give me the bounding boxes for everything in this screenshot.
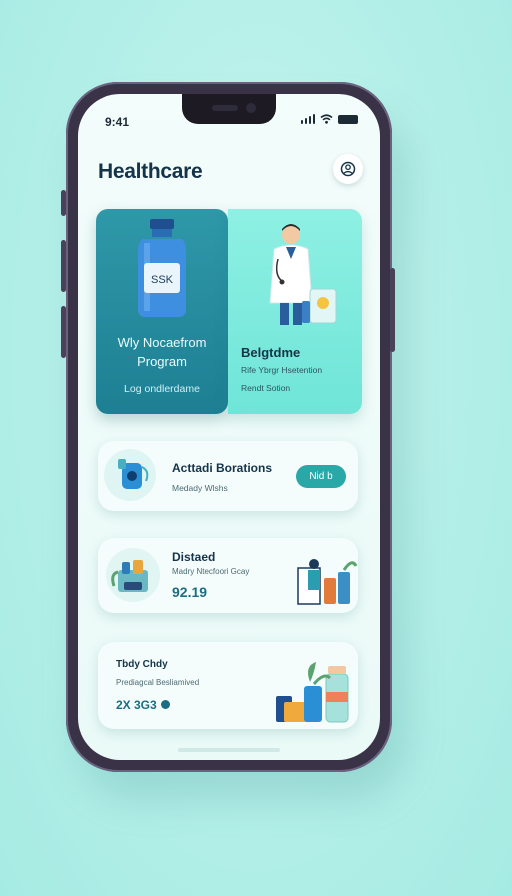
row-value: 92.19 (172, 584, 208, 600)
row-subtitle: Prediagcal Besliamived (116, 678, 200, 687)
power-button (390, 268, 395, 352)
row-subtitle: Medady Wlshs (172, 483, 228, 493)
doctor-card-line1: Rife Ybrgr Hsetention (241, 365, 323, 375)
row-title: Tbdy Chdy (116, 659, 168, 670)
notch (182, 94, 276, 124)
pharmacist-illustration (297, 559, 358, 605)
volume-down-button (61, 306, 66, 358)
app-screen: 9:41 Healthcare SSK Wly Nocaefrom Progra… (78, 94, 380, 760)
list-item[interactable]: Tbdy Chdy Prediagcal Besliamived 2X 3G3 (98, 642, 358, 729)
profile-button[interactable] (333, 154, 363, 184)
list-item[interactable]: Distaed Madry Ntecfoori Gcay 92.19 (98, 538, 358, 613)
speaker (212, 105, 238, 111)
row-subtitle: Madry Ntecfoori Gcay (172, 567, 250, 576)
program-card[interactable]: SSK Wly Nocaefrom Program Log ondlerdame (96, 209, 228, 414)
program-card-title: Wly Nocaefrom Program (96, 333, 228, 371)
program-card-subtitle: Log ondlerdame (124, 383, 200, 395)
row-title: Distaed (172, 550, 216, 564)
home-indicator[interactable] (178, 748, 280, 752)
bottle-label: SSK (151, 274, 174, 286)
battery-icon (338, 114, 358, 124)
signal-icon (300, 114, 315, 124)
status-dot-icon (161, 700, 170, 709)
program-card-title-line1: Wly Nocaefrom (117, 335, 207, 350)
user-icon (340, 161, 356, 177)
row-title: Acttadi Borations (172, 461, 273, 475)
medicine-bottles-icon (276, 662, 349, 723)
wifi-icon (320, 114, 333, 124)
status-time: 9:41 (105, 115, 130, 129)
row-action-button[interactable]: Nid b (296, 465, 346, 488)
doctor-card-title: Belgtdme (241, 345, 301, 360)
list-item[interactable]: Acttadi Borations Medady Wlshs Nid b (98, 441, 358, 511)
doctor-illustration (269, 224, 337, 325)
mute-switch (61, 190, 66, 216)
status-icons (300, 114, 358, 124)
program-card-title-line2: Program (137, 354, 187, 369)
page-title: Healthcare (98, 160, 203, 183)
oxygen-device-icon (104, 449, 156, 501)
doctor-card-line2: Rendt Sotion (241, 383, 291, 393)
medicine-bottle-icon: SSK (138, 219, 186, 317)
volume-up-button (61, 240, 66, 292)
pharmacy-icon (106, 548, 160, 602)
camera (246, 103, 256, 113)
row-badge: 2X 3G3 (116, 698, 157, 712)
doctor-card[interactable]: Belgtdme Rife Ybrgr Hsetention Rendt Sot… (228, 209, 362, 414)
